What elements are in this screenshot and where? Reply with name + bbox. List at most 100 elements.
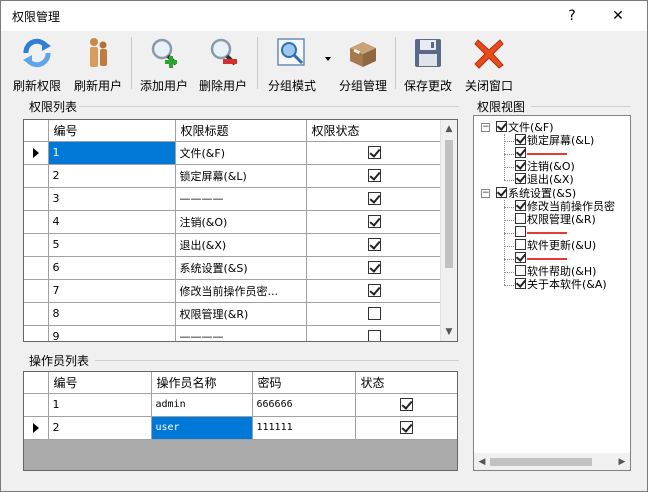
- tree-node-checkbox[interactable]: [515, 134, 526, 146]
- permission-status-cell[interactable]: [306, 256, 443, 280]
- tree-node-checkbox[interactable]: [515, 278, 526, 290]
- permission-id-cell[interactable]: 8: [48, 302, 176, 326]
- tree-child-node[interactable]: 锁定屏幕(&L): [515, 134, 594, 147]
- permission-id-cell[interactable]: 9: [48, 325, 176, 341]
- tree-node-checkbox[interactable]: [515, 173, 526, 185]
- permission-title-cell[interactable]: 退出(&X): [175, 233, 307, 257]
- scrollbar-thumb[interactable]: [490, 458, 592, 466]
- group-mode-button[interactable]: 分组模式: [263, 34, 321, 93]
- tree-child-node[interactable]: 关于本软件(&A): [515, 278, 607, 291]
- permission-title-cell[interactable]: ————: [175, 325, 307, 341]
- tree-child-node[interactable]: [515, 225, 567, 239]
- permission-row[interactable]: 9 ————: [24, 325, 443, 341]
- row-header[interactable]: [24, 187, 49, 211]
- permission-status-checkbox[interactable]: [367, 146, 381, 160]
- close-window-button[interactable]: 关闭窗口: [461, 34, 517, 93]
- permission-status-checkbox[interactable]: [367, 192, 381, 206]
- permission-status-cell[interactable]: [306, 279, 443, 303]
- column-header-status[interactable]: 权限状态: [306, 120, 443, 142]
- tree-node-checkbox[interactable]: [515, 147, 526, 159]
- permission-status-cell[interactable]: [306, 325, 443, 341]
- tree-child-node[interactable]: [515, 252, 567, 265]
- permission-row[interactable]: 8 权限管理(&R): [24, 302, 443, 326]
- tree-child-node[interactable]: 退出(&X): [515, 173, 574, 186]
- permission-title-cell[interactable]: 系统设置(&S): [175, 256, 307, 280]
- tree-child-node[interactable]: [515, 147, 567, 160]
- scroll-down-arrow-icon[interactable]: ▼: [445, 328, 453, 337]
- scroll-left-arrow-icon[interactable]: ◀: [478, 458, 486, 467]
- add-user-button[interactable]: 添加用户: [137, 34, 191, 93]
- row-header[interactable]: [24, 279, 49, 303]
- scroll-up-arrow-icon[interactable]: ▲: [445, 125, 453, 134]
- row-header[interactable]: [24, 325, 49, 341]
- tree-child-node[interactable]: 权限管理(&R): [515, 212, 596, 226]
- permission-status-checkbox[interactable]: [367, 215, 381, 229]
- operator-row[interactable]: 2 user 111111: [24, 416, 457, 440]
- permission-status-checkbox[interactable]: [367, 261, 381, 275]
- operator-id-cell[interactable]: 1: [48, 393, 152, 417]
- permission-status-checkbox[interactable]: [367, 307, 381, 321]
- tree-node-checkbox[interactable]: [515, 265, 526, 277]
- tree-node-checkbox[interactable]: [515, 199, 526, 211]
- permission-status-cell[interactable]: [306, 302, 443, 326]
- permission-tree[interactable]: − 文件(&F) 锁定屏幕(&L) 注销(&O) 退出(&X) − 系统设置(&S) 修改当前…: [473, 115, 631, 471]
- permission-title-cell[interactable]: 文件(&F): [175, 141, 307, 165]
- row-header[interactable]: [24, 393, 49, 417]
- column-header-title[interactable]: 权限标题: [175, 120, 307, 142]
- column-header-id[interactable]: 编号: [48, 372, 152, 394]
- scrollbar-thumb[interactable]: [445, 140, 453, 268]
- tree-node-checkbox[interactable]: [515, 252, 526, 263]
- permission-title-cell[interactable]: 修改当前操作员密...: [175, 279, 307, 303]
- row-header[interactable]: [24, 302, 49, 326]
- column-header-name[interactable]: 操作员名称: [151, 372, 253, 394]
- refresh-permissions-button[interactable]: 刷新权限: [9, 34, 65, 93]
- tree-node-checkbox[interactable]: [496, 121, 507, 132]
- permission-title-cell[interactable]: 锁定屏幕(&L): [175, 164, 307, 188]
- permission-status-cell[interactable]: [306, 210, 443, 234]
- permission-status-cell[interactable]: [306, 233, 443, 257]
- operator-password-cell[interactable]: 111111: [252, 416, 356, 440]
- permission-id-cell[interactable]: 5: [48, 233, 176, 257]
- operator-name-cell[interactable]: user: [151, 416, 253, 440]
- group-mode-dropdown-arrow[interactable]: [325, 57, 331, 61]
- permission-id-cell[interactable]: 7: [48, 279, 176, 303]
- tree-node-checkbox[interactable]: [515, 160, 526, 172]
- operator-name-cell[interactable]: admin: [151, 393, 253, 417]
- permission-status-checkbox[interactable]: [367, 238, 381, 252]
- tree-node-checkbox[interactable]: [496, 186, 507, 198]
- tree-collapse-icon[interactable]: −: [481, 123, 490, 132]
- row-header[interactable]: [24, 233, 49, 257]
- row-header[interactable]: [24, 416, 49, 440]
- permission-id-cell[interactable]: 4: [48, 210, 176, 234]
- permission-status-cell[interactable]: [306, 141, 443, 165]
- permission-status-cell[interactable]: [306, 187, 443, 211]
- close-button[interactable]: ✕: [604, 5, 632, 27]
- scroll-right-arrow-icon[interactable]: ▶: [618, 458, 626, 467]
- operator-status-cell[interactable]: [355, 416, 457, 440]
- group-manage-button[interactable]: 分组管理: [335, 34, 391, 93]
- tree-child-node[interactable]: 修改当前操作员密: [515, 199, 615, 213]
- help-button[interactable]: ?: [558, 5, 586, 27]
- permission-id-cell[interactable]: 3: [48, 187, 176, 211]
- row-header[interactable]: [24, 210, 49, 234]
- column-header-password[interactable]: 密码: [252, 372, 356, 394]
- permission-row[interactable]: 2 锁定屏幕(&L): [24, 164, 443, 188]
- tree-child-node[interactable]: 软件更新(&U): [515, 238, 596, 252]
- refresh-users-button[interactable]: 刷新用户: [69, 34, 127, 93]
- permission-row[interactable]: 6 系统设置(&S): [24, 256, 443, 280]
- permission-status-checkbox[interactable]: [367, 169, 381, 183]
- row-header[interactable]: [24, 141, 49, 165]
- tree-horizontal-scrollbar[interactable]: ◀ ▶: [474, 453, 630, 470]
- permission-title-cell[interactable]: 权限管理(&R): [175, 302, 307, 326]
- tree-child-node[interactable]: 软件帮助(&H): [515, 265, 596, 278]
- permission-row[interactable]: 5 退出(&X): [24, 233, 443, 257]
- tree-parent-node[interactable]: 文件(&F): [496, 121, 554, 134]
- permission-row[interactable]: 3 ————: [24, 187, 443, 211]
- permission-status-checkbox[interactable]: [367, 330, 381, 341]
- permission-row[interactable]: 1 文件(&F): [24, 141, 443, 165]
- operator-status-checkbox[interactable]: [399, 421, 413, 435]
- permission-id-cell[interactable]: 2: [48, 164, 176, 188]
- tree-child-node[interactable]: 注销(&O): [515, 160, 575, 173]
- permissions-vertical-scrollbar[interactable]: ▲ ▼: [440, 120, 457, 341]
- operator-password-cell[interactable]: 666666: [252, 393, 356, 417]
